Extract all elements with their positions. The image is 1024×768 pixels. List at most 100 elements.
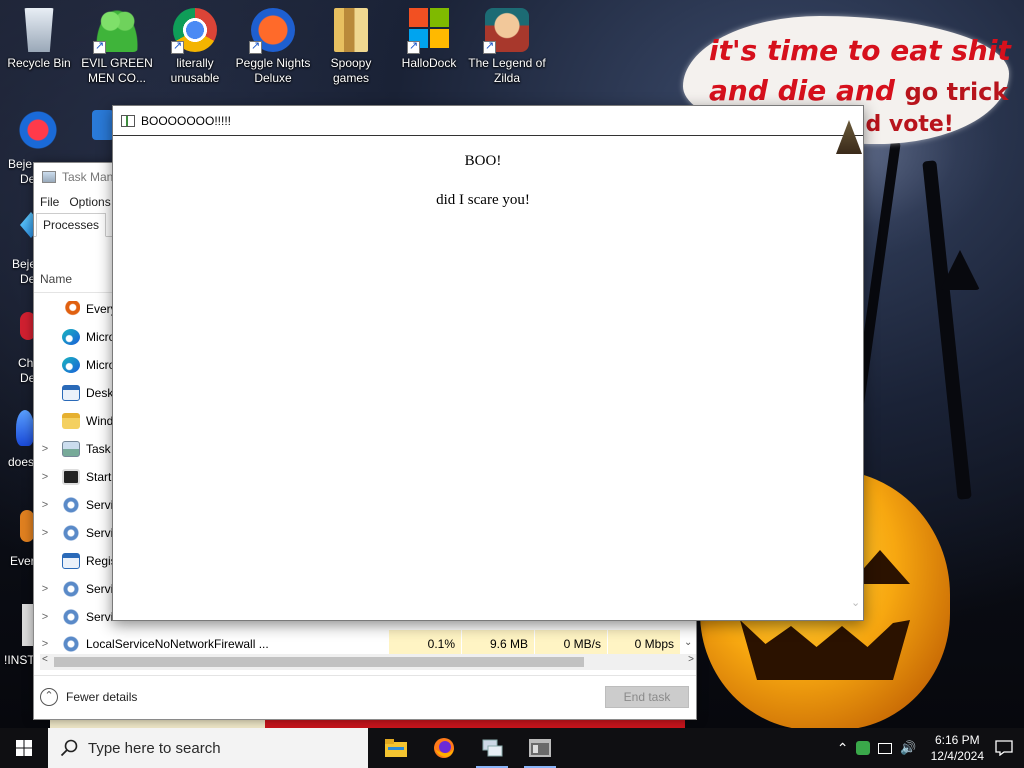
- app-icon-partial[interactable]: [16, 410, 34, 446]
- boo-message: did I scare you!: [436, 192, 530, 208]
- boo-window-title: BOOOOOOO!!!!!: [141, 113, 232, 128]
- scroll-down-arrow-icon[interactable]: ⌄: [851, 596, 860, 609]
- scroll-right-arrow-icon[interactable]: >: [688, 654, 694, 665]
- boo-heading: BOO!: [464, 153, 502, 169]
- boo-window[interactable]: BOOOOOOO!!!!! BOO! did I scare you! ⌃ ⌄: [112, 105, 864, 621]
- tab-processes[interactable]: Processes: [36, 213, 107, 237]
- task-manager-footer: ⌃ Fewer details End task: [34, 675, 696, 719]
- desktop-icon-label: HalloDock: [401, 56, 457, 70]
- app-icon-partial[interactable]: [92, 110, 114, 140]
- start-button[interactable]: [0, 728, 48, 768]
- chevron-up-icon: ⌃: [40, 688, 58, 706]
- vertical-scrollbar[interactable]: ⌃ ⌄: [849, 137, 863, 621]
- desktop-icon-label: EVIL GREEN MEN CO...: [81, 56, 153, 85]
- shortcut-arrow-icon: [249, 39, 262, 54]
- shortcut-arrow-icon: [483, 39, 496, 54]
- menu-options[interactable]: Options: [69, 195, 110, 209]
- app-icon-partial[interactable]: [20, 510, 34, 542]
- gear-icon: [62, 525, 80, 541]
- gear-icon: [62, 636, 80, 652]
- desktop-icon-label: The Legend of Zilda: [468, 56, 546, 85]
- firefox-icon[interactable]: [420, 728, 468, 768]
- shortcut-arrow-icon: [93, 39, 106, 54]
- horizontal-scrollbar[interactable]: < >: [40, 654, 696, 670]
- chevron-right-icon[interactable]: >: [34, 471, 56, 483]
- chevron-right-icon[interactable]: >: [34, 583, 56, 595]
- desktop-icon-label: literally unusable: [170, 56, 220, 85]
- clock-time: 6:16 PM: [934, 733, 980, 747]
- app-window-icon: [121, 114, 135, 127]
- clock-date: 12/4/2024: [930, 749, 984, 763]
- desktop-icon-label: Peggle Nights Deluxe: [235, 56, 311, 85]
- notification-center-button[interactable]: [984, 728, 1024, 768]
- chevron-right-icon[interactable]: >: [34, 499, 56, 511]
- network-icon[interactable]: [878, 742, 893, 754]
- desktop-icon-spoopy-games[interactable]: Spoopy games: [312, 8, 390, 86]
- desktop-icon-chrome[interactable]: literally unusable: [156, 8, 234, 86]
- taskbar-search-box[interactable]: Type here to search: [48, 728, 368, 768]
- chevron-right-icon[interactable]: >: [34, 638, 56, 650]
- window-icon: [62, 385, 80, 401]
- start-icon: [62, 469, 80, 485]
- chevron-right-icon[interactable]: >: [34, 443, 56, 455]
- desktop-icon-hallodock[interactable]: HalloDock: [390, 8, 468, 71]
- search-icon: [62, 301, 80, 317]
- clock[interactable]: 6:16 PM 12/4/2024: [931, 732, 984, 764]
- scroll-down-arrow-icon[interactable]: ⌄: [684, 637, 692, 648]
- task-manager-title: Task Man: [62, 170, 114, 184]
- edge-icon: [62, 329, 80, 345]
- process-name: Wind: [86, 414, 114, 428]
- desktop-icon-label-partial: Ch: [18, 356, 34, 370]
- process-name: LocalServiceNoNetworkFirewall ...: [86, 637, 269, 651]
- volume-icon[interactable]: 🔊: [900, 740, 916, 756]
- desktop-icon-recycle-bin[interactable]: Recycle Bin: [0, 8, 78, 71]
- column-name[interactable]: Name: [40, 272, 72, 286]
- file-explorer-icon[interactable]: [372, 728, 420, 768]
- fewer-details-button[interactable]: ⌃ Fewer details: [40, 688, 137, 706]
- chevron-right-icon[interactable]: >: [34, 527, 56, 539]
- evil-green-men-icon: [93, 8, 139, 54]
- system-tray: ⌃ 🔊 6:16 PM 12/4/2024: [837, 728, 984, 768]
- desktop-icon-peggle[interactable]: Peggle Nights Deluxe: [234, 8, 312, 86]
- process-name: Micro: [86, 358, 116, 372]
- fewer-details-label: Fewer details: [66, 690, 138, 704]
- bubble-text-line2b: go trick: [904, 78, 1009, 106]
- window-icon: [62, 553, 80, 569]
- network-app-glyph: [482, 739, 503, 757]
- chevron-up-icon[interactable]: ⌃: [837, 740, 849, 757]
- desktop-icon-evil-green-men[interactable]: EVIL GREEN MEN CO...: [78, 8, 156, 86]
- bubble-text-line1: it's time to eat shit: [709, 34, 1011, 67]
- bejeweled-icon[interactable]: [18, 110, 58, 150]
- shortcut-arrow-icon: [171, 39, 184, 54]
- search-placeholder: Type here to search: [88, 739, 221, 757]
- desktop-icon-legend-of-zilda[interactable]: The Legend of Zilda: [468, 8, 546, 86]
- task-manager-icon: [42, 171, 56, 183]
- shortcut-arrow-icon: [407, 39, 420, 54]
- scrollbar-thumb[interactable]: [54, 657, 584, 667]
- tray-app-icon[interactable]: [856, 741, 871, 755]
- recycle-bin-icon: [24, 8, 54, 52]
- boo-titlebar[interactable]: BOOOOOOO!!!!!: [113, 106, 863, 136]
- edge-icon: [62, 357, 80, 373]
- notification-icon: [995, 740, 1013, 756]
- window-app-glyph: [529, 739, 551, 757]
- taskbar: Type here to search ⌃ 🔊 6:16 PM 12/4/202…: [0, 728, 1024, 768]
- search-icon: [60, 739, 78, 757]
- boo-content: BOO! did I scare you!: [113, 137, 853, 621]
- windows-logo-icon: [407, 8, 449, 54]
- menu-file[interactable]: File: [40, 195, 59, 209]
- scroll-left-arrow-icon[interactable]: <: [42, 654, 48, 665]
- pumpkin-mouth: [740, 620, 910, 680]
- process-name: Micro: [86, 330, 116, 344]
- window-app-icon[interactable]: [516, 728, 564, 768]
- zilda-icon: [483, 8, 529, 54]
- peggle-icon: [249, 8, 295, 54]
- end-task-button[interactable]: End task: [605, 686, 689, 708]
- network-app-icon[interactable]: [468, 728, 516, 768]
- folder-icon: [334, 8, 368, 52]
- chrome-icon: [171, 8, 217, 54]
- chevron-right-icon[interactable]: >: [34, 611, 56, 623]
- desktop-icon-label: Spoopy games: [330, 56, 372, 85]
- bubble-text-line2a: and die and: [709, 74, 895, 107]
- firefox-glyph: [434, 738, 454, 758]
